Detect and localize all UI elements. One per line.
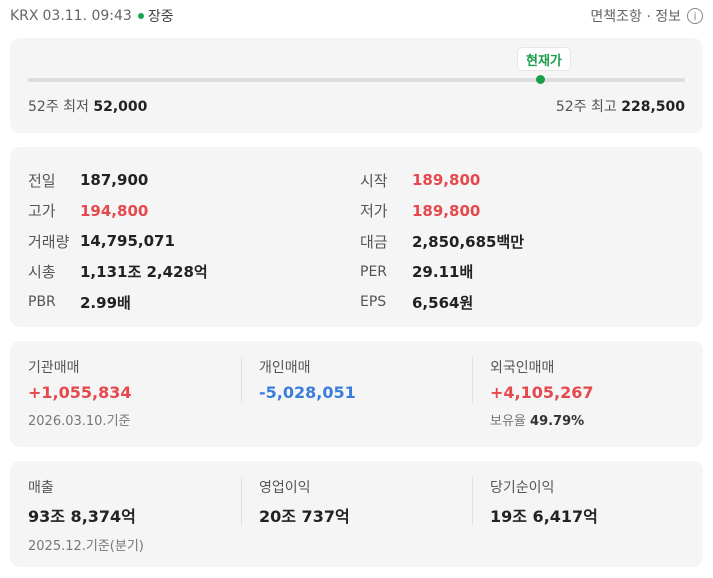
range-track <box>28 78 685 82</box>
stat-value: 194,800 <box>80 201 149 220</box>
stat-value: 2,850,685백만 <box>412 232 525 251</box>
stat-value: 187,900 <box>80 171 149 190</box>
disclaimer-label: 면책조항 · 정보 <box>590 9 681 25</box>
operating-income: 영업이익 20조 737억 <box>259 477 350 527</box>
trading-status: 장중 <box>147 9 174 25</box>
stat-label: 대금 <box>360 232 388 251</box>
institution-trading: 기관매매 +1,055,834 2026.03.10.기준 <box>28 357 132 429</box>
low-value: 52,000 <box>93 99 148 115</box>
disclaimer-link[interactable]: 면책조항 · 정보 i <box>590 6 703 26</box>
individual-value: -5,028,051 <box>259 383 356 402</box>
52-week-low: 52주 최저 52,000 <box>28 96 147 116</box>
current-price-marker <box>535 75 545 84</box>
foreign-trading: 외국인매매 +4,105,267 보유율 49.79% <box>490 357 594 429</box>
stat-row: PER 29.11배 <box>360 257 524 288</box>
investor-trading-card: 기관매매 +1,055,834 2026.03.10.기준 개인매매 -5,02… <box>10 341 703 447</box>
operating-income-label: 영업이익 <box>259 480 311 496</box>
stats-left-column: 전일 187,900 고가 194,800 거래량 14,795,071 시총 1,13… <box>28 165 208 318</box>
exchange-label: KRX <box>10 8 39 24</box>
stat-row: 저가 189,800 <box>360 196 524 227</box>
stat-value: 189,800 <box>412 201 481 220</box>
revenue-label: 매출 <box>28 480 54 496</box>
operating-income-value: 20조 737억 <box>259 507 350 526</box>
stat-value: 6,564원 <box>412 293 474 312</box>
divider <box>241 357 242 403</box>
foreign-label: 외국인매매 <box>490 360 555 376</box>
stat-label: 시총 <box>28 263 56 282</box>
top-bar: KRX 03.11. 09:43 장중 면책조항 · 정보 i <box>10 6 703 26</box>
stat-row: 거래량 14,795,071 <box>28 226 208 257</box>
holding-label: 보유율 <box>490 414 526 429</box>
net-income-value: 19조 6,417억 <box>490 507 598 526</box>
stat-label: 시작 <box>360 171 388 190</box>
stat-row: 고가 194,800 <box>28 196 208 227</box>
stat-label: EPS <box>360 294 387 311</box>
high-value: 228,500 <box>621 99 685 115</box>
stat-label: PBR <box>28 294 56 311</box>
stat-row: 시작 189,800 <box>360 165 524 196</box>
info-icon[interactable]: i <box>687 8 703 24</box>
stat-value: 1,131조 2,428억 <box>80 263 208 282</box>
institution-label: 기관매매 <box>28 360 80 376</box>
market-status: KRX 03.11. 09:43 장중 <box>10 6 174 26</box>
52-week-high: 52주 최고 228,500 <box>556 96 685 116</box>
stat-label: 전일 <box>28 171 56 190</box>
stat-value: 2.99배 <box>80 293 131 312</box>
price-stats-card: 전일 187,900 고가 194,800 거래량 14,795,071 시총 1,13… <box>10 147 703 327</box>
high-label: 52주 최고 <box>555 99 617 115</box>
financials-date-note: 2025.12.기준(분기) <box>28 539 144 554</box>
stat-value: 189,800 <box>412 171 481 190</box>
trading-date-note: 2026.03.10.기준 <box>28 414 131 429</box>
current-price-badge: 현재가 <box>518 48 570 70</box>
stat-label: 거래량 <box>28 232 70 251</box>
revenue: 매출 93조 8,374억 2025.12.기준(분기) <box>28 477 144 554</box>
divider <box>472 477 473 525</box>
stat-row: PBR 2.99배 <box>28 287 208 318</box>
stat-value: 29.11배 <box>412 263 474 282</box>
net-income: 당기순이익 19조 6,417억 <box>490 477 598 527</box>
divider <box>472 357 473 403</box>
financials-card: 매출 93조 8,374억 2025.12.기준(분기) 영업이익 20조 73… <box>10 461 703 567</box>
revenue-value: 93조 8,374억 <box>28 507 136 526</box>
stat-label: 고가 <box>28 202 56 221</box>
holding-value: 49.79% <box>530 414 585 429</box>
divider <box>241 477 242 525</box>
individual-label: 개인매매 <box>259 360 311 376</box>
low-label: 52주 최저 <box>28 99 89 115</box>
stat-label: 저가 <box>360 202 388 221</box>
stats-right-column: 시작 189,800 저가 189,800 대금 2,850,685백만 PER 29.… <box>360 165 524 318</box>
timestamp: 03.11. 09:43 <box>42 8 132 24</box>
52-week-range-card: 현재가 52주 최저 52,000 52주 최고 228,500 <box>10 38 703 133</box>
stat-row: 대금 2,850,685백만 <box>360 226 524 257</box>
stat-row: 시총 1,131조 2,428억 <box>28 257 208 288</box>
stat-row: 전일 187,900 <box>28 165 208 196</box>
stat-label: PER <box>360 263 388 280</box>
foreign-holding: 보유율 49.79% <box>490 410 594 429</box>
foreign-value: +4,105,267 <box>490 383 594 402</box>
stat-row: EPS 6,564원 <box>360 287 524 318</box>
live-dot-icon <box>137 13 144 19</box>
stat-value: 14,795,071 <box>80 232 175 251</box>
net-income-label: 당기순이익 <box>490 480 555 496</box>
individual-trading: 개인매매 -5,028,051 <box>259 357 356 402</box>
institution-value: +1,055,834 <box>28 383 132 402</box>
